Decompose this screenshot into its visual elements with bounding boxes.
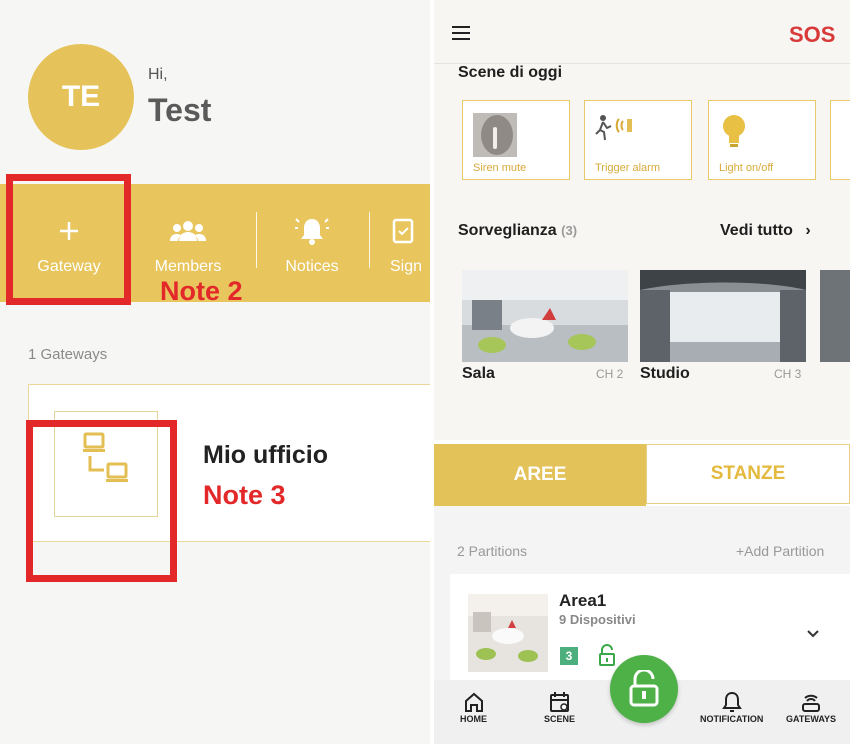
notices-label: Notices xyxy=(285,258,339,275)
scene-label: Siren mute xyxy=(473,162,527,174)
chevron-down-icon[interactable] xyxy=(806,626,820,644)
device-count-badge: 3 xyxy=(560,647,578,665)
surveillance-title: Sorveglianza (3) xyxy=(458,222,577,240)
nav-home-label: HOME xyxy=(460,714,487,724)
sign-icon xyxy=(390,210,416,252)
nav-scene[interactable]: SCENE xyxy=(544,690,575,724)
bell-icon xyxy=(294,210,330,252)
surveillance-title-text: Sorveglianza xyxy=(458,222,557,239)
members-icon xyxy=(169,210,207,252)
calendar-icon xyxy=(549,692,569,712)
unlock-icon xyxy=(598,644,616,671)
scene-partial[interactable] xyxy=(830,100,850,180)
scene-title: Scene di oggi xyxy=(458,64,563,81)
router-icon xyxy=(802,694,820,712)
chevron-right-icon: › xyxy=(805,222,811,239)
unlock-icon xyxy=(629,670,659,707)
nav-gateways-label: GATEWAYS xyxy=(786,714,837,724)
home-icon xyxy=(464,692,483,712)
greeting: Hi, xyxy=(148,66,168,83)
nav-gateways[interactable]: GATEWAYS xyxy=(786,690,836,724)
partition-count: 2 Partitions xyxy=(457,543,528,559)
area-name: Area1 xyxy=(559,591,607,610)
sos-button[interactable]: SOS xyxy=(789,22,835,48)
scene-light-onoff[interactable]: Light on/off xyxy=(708,100,816,180)
camera-name: Sala xyxy=(462,365,495,382)
nav-scene-label: SCENE xyxy=(544,714,576,724)
area-thumbnail xyxy=(468,594,548,672)
add-partition-button[interactable]: +Add Partition xyxy=(736,543,824,559)
sign-button[interactable]: Sign xyxy=(378,184,430,302)
note3-label: Note 3 xyxy=(203,480,286,510)
surveillance-count: (3) xyxy=(561,223,578,238)
divider xyxy=(256,212,257,268)
camera-partial-thumbnail[interactable] xyxy=(820,270,850,362)
scene-trigger-alarm[interactable]: Trigger alarm xyxy=(584,100,692,180)
see-all-label: Vedi tutto xyxy=(720,222,793,239)
shush-icon xyxy=(473,113,517,162)
tab-aree[interactable]: AREE xyxy=(434,444,646,506)
sign-label: Sign xyxy=(390,258,423,275)
username: Test xyxy=(148,92,212,128)
tab-stanze[interactable]: STANZE xyxy=(646,444,850,504)
camera-channel: CH 3 xyxy=(774,367,802,381)
area-devices: 9 Dispositivi xyxy=(559,612,636,627)
left-screen: TE Hi, Test Gateway Members Notices Sign… xyxy=(0,0,430,744)
lock-toggle-button[interactable] xyxy=(610,655,678,723)
scene-siren-mute[interactable]: Siren mute xyxy=(462,100,570,180)
scene-label: Light on/off xyxy=(719,162,774,174)
see-all-link[interactable]: Vedi tutto › xyxy=(720,222,811,240)
camera-sala-thumbnail[interactable] xyxy=(462,270,628,362)
camera-studio-thumbnail[interactable] xyxy=(640,270,806,362)
gateway-count: 1 Gateways xyxy=(28,346,108,363)
right-screen: SOS Scene di oggi Siren mute Trigger ala… xyxy=(434,0,850,744)
scene-label: Trigger alarm xyxy=(595,162,660,174)
members-label: Members xyxy=(154,258,222,275)
gateway-name: Mio ufficio xyxy=(203,441,328,469)
menu-icon[interactable] xyxy=(452,26,470,40)
avatar[interactable]: TE xyxy=(28,44,134,150)
bulb-icon xyxy=(719,113,749,154)
note3-highlight-box xyxy=(26,420,177,582)
sos-icon: SOS xyxy=(789,22,836,47)
camera-name: Studio xyxy=(640,365,690,382)
note2-highlight-box xyxy=(6,174,131,305)
note2-label: Note 2 xyxy=(160,276,243,306)
bell-icon xyxy=(721,691,742,712)
notices-button[interactable]: Notices xyxy=(264,184,360,302)
alarm-person-icon xyxy=(595,113,639,148)
nav-notification-label: NOTIFICATION xyxy=(700,714,764,724)
divider xyxy=(369,212,370,268)
camera-channel: CH 2 xyxy=(596,367,624,381)
nav-home[interactable]: HOME xyxy=(460,690,487,724)
nav-notification[interactable]: NOTIFICATION xyxy=(700,690,763,724)
